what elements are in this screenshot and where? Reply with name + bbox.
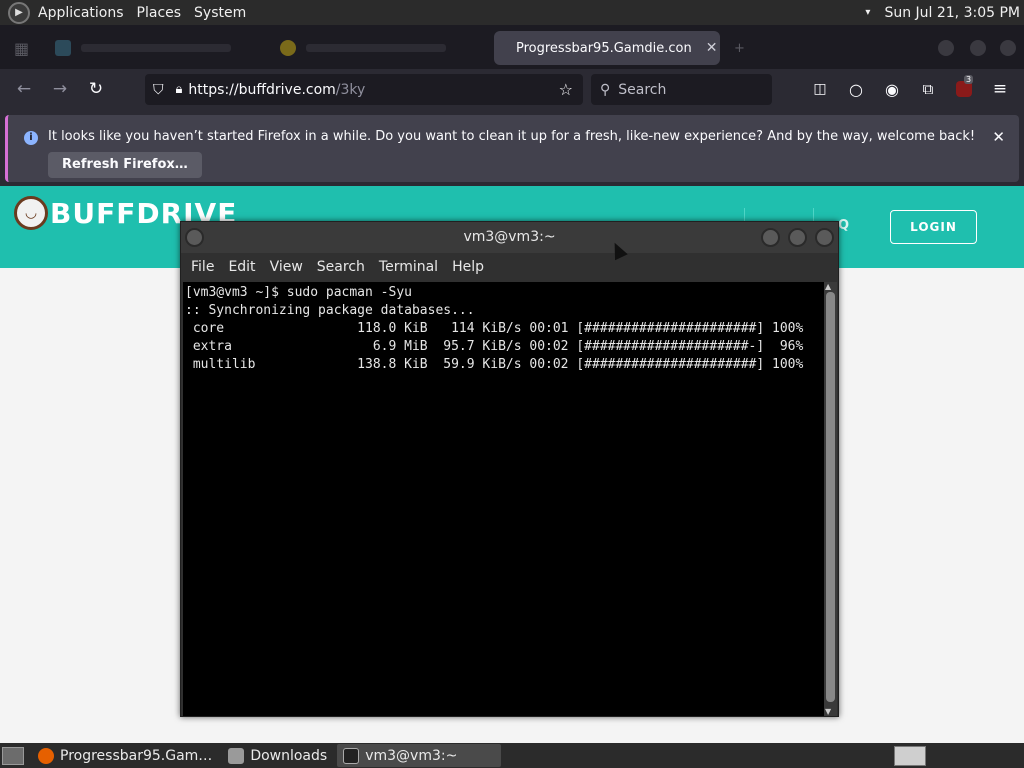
- info-icon: i: [24, 131, 38, 145]
- terminal-window: vm3@vm3:~ File Edit View Search Terminal…: [180, 221, 839, 717]
- terminal-line: :: Synchronizing package databases...: [185, 303, 475, 318]
- distro-logo-icon[interactable]: ▶: [8, 1, 30, 24]
- scroll-up-icon[interactable]: ▲: [825, 282, 831, 291]
- terminal-minimize-button[interactable]: [761, 228, 780, 247]
- refresh-firefox-button[interactable]: Refresh Firefox…: [48, 152, 202, 178]
- window-menu-button[interactable]: [185, 228, 204, 247]
- taskbar-label: vm3@vm3:~: [365, 747, 458, 764]
- menu-view[interactable]: View: [270, 259, 303, 275]
- browser-tab-bar: ▦ Progressbar95.Gamdie.con ✕ +: [0, 25, 1024, 69]
- scroll-down-icon[interactable]: ▼: [825, 707, 831, 716]
- browser-nav-bar: ← → ↻ ⛉ 🔒︎ https://buffdrive.com/3ky ☆ ⚲…: [0, 69, 1024, 110]
- terminal-scrollbar[interactable]: ▲ ▼: [824, 282, 837, 716]
- tab-close-icon[interactable]: ✕: [706, 40, 718, 56]
- system-top-panel: ▶ Applications Places System ▾ Sun Jul 2…: [0, 0, 1024, 25]
- pocket-icon[interactable]: ◫: [806, 75, 834, 103]
- tab-list-icon[interactable]: ▦: [14, 31, 29, 65]
- firefox-icon: [38, 747, 54, 764]
- terminal-line: core 118.0 KiB 114 KiB/s 00:01 [########…: [185, 321, 804, 336]
- tab-label: [81, 44, 231, 52]
- terminal-title: vm3@vm3:~: [463, 229, 556, 245]
- menu-help[interactable]: Help: [452, 259, 484, 275]
- terminal-output[interactable]: [vm3@vm3 ~]$ sudo pacman -Syu:: Synchron…: [183, 282, 824, 716]
- terminal-close-button[interactable]: [815, 228, 834, 247]
- tab-label: Progressbar95.Gamdie.con: [516, 40, 692, 56]
- extension-badge: 3: [964, 75, 974, 84]
- terminal-menu-bar: File Edit View Search Terminal Help: [181, 253, 838, 280]
- taskbar-item-downloads[interactable]: Downloads: [222, 744, 333, 767]
- menu-search[interactable]: Search: [317, 259, 365, 275]
- menu-edit[interactable]: Edit: [228, 259, 255, 275]
- menu-applications[interactable]: Applications: [38, 5, 133, 21]
- skull-favicon-icon: [280, 40, 296, 56]
- url-bar[interactable]: ⛉ 🔒︎ https://buffdrive.com/3ky ☆: [145, 74, 583, 105]
- shield-icon[interactable]: ⛉: [153, 82, 164, 98]
- window-close-button[interactable]: [1000, 40, 1016, 56]
- bookmark-star-icon[interactable]: ☆: [559, 80, 573, 99]
- clock[interactable]: Sun Jul 21, 3:05 PM: [884, 5, 1020, 21]
- tab-favicon-icon: [55, 40, 71, 56]
- menu-terminal[interactable]: Terminal: [379, 259, 438, 275]
- url-text[interactable]: https://buffdrive.com/3ky: [188, 82, 365, 98]
- terminal-line: extra 6.9 MiB 95.7 KiB/s 00:02 [########…: [185, 339, 804, 354]
- reload-icon[interactable]: ↻: [82, 75, 110, 103]
- tab-label: [306, 44, 446, 52]
- taskbar-label: Downloads: [250, 747, 328, 764]
- new-tab-button[interactable]: +: [734, 31, 745, 65]
- search-bar[interactable]: ⚲ Search: [591, 74, 772, 105]
- hamburger-menu-icon[interactable]: ≡: [986, 75, 1014, 103]
- notification-close-icon[interactable]: ✕: [992, 128, 1005, 146]
- browser-tab[interactable]: [55, 31, 255, 65]
- show-desktop-button[interactable]: [2, 746, 24, 765]
- search-placeholder: Search: [618, 81, 667, 98]
- account-icon[interactable]: ◉: [878, 75, 906, 103]
- scrollbar-thumb[interactable]: [826, 292, 835, 702]
- menu-system[interactable]: System: [194, 5, 255, 21]
- ublock-icon[interactable]: 3: [950, 75, 978, 103]
- extensions-puzzle-icon[interactable]: ⧉: [914, 75, 942, 103]
- refresh-notification: i It looks like you haven’t started Fire…: [5, 115, 1019, 182]
- browser-tab-active[interactable]: Progressbar95.Gamdie.con ✕: [494, 31, 720, 65]
- window-maximize-button[interactable]: [970, 40, 986, 56]
- taskbar-label: Progressbar95.Gam…: [60, 747, 213, 764]
- circle-icon[interactable]: ○: [842, 75, 870, 103]
- login-button[interactable]: LOGIN: [890, 210, 977, 244]
- taskbar-item-terminal[interactable]: vm3@vm3:~: [337, 744, 502, 767]
- terminal-line: [vm3@vm3 ~]$ sudo pacman -Syu: [185, 285, 412, 300]
- notification-message: It looks like you haven’t started Firefo…: [48, 129, 976, 144]
- terminal-icon: [343, 747, 360, 764]
- menu-places[interactable]: Places: [137, 5, 191, 21]
- bottom-taskbar: Progressbar95.Gam… Downloads vm3@vm3:~: [0, 743, 1024, 768]
- back-arrow-icon[interactable]: ←: [10, 75, 38, 103]
- site-nav-link[interactable]: Q: [838, 218, 849, 233]
- window-minimize-button[interactable]: [938, 40, 954, 56]
- menu-file[interactable]: File: [191, 259, 214, 275]
- forward-arrow-icon[interactable]: →: [46, 75, 74, 103]
- terminal-line: multilib 138.8 KiB 59.9 KiB/s 00:02 [###…: [185, 357, 804, 372]
- terminal-maximize-button[interactable]: [788, 228, 807, 247]
- panel-arrow-icon[interactable]: ▾: [865, 7, 870, 18]
- search-icon: ⚲: [600, 81, 611, 98]
- lock-icon[interactable]: 🔒︎: [176, 82, 183, 97]
- viking-logo-icon: ◡: [14, 196, 48, 230]
- terminal-title-bar[interactable]: vm3@vm3:~: [181, 222, 838, 253]
- folder-icon: [228, 747, 245, 764]
- workspace-switcher[interactable]: [894, 745, 926, 766]
- notification-area: i It looks like you haven’t started Fire…: [0, 110, 1024, 186]
- browser-tab[interactable]: [280, 31, 480, 65]
- taskbar-item-firefox[interactable]: Progressbar95.Gam…: [32, 744, 218, 767]
